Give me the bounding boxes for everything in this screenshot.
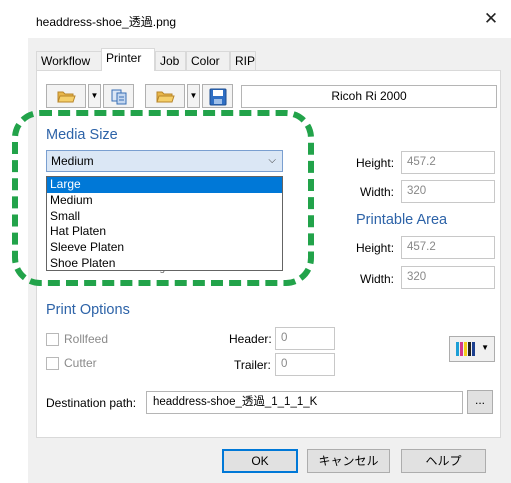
trailer-field[interactable]: 0 <box>275 353 335 376</box>
media-option-large[interactable]: Large <box>47 177 282 193</box>
open-button[interactable] <box>46 84 86 108</box>
copy-button[interactable] <box>103 84 134 108</box>
title-bar: headdress-shoe_透過.png ✕ <box>0 0 511 38</box>
help-button[interactable]: ヘルプ <box>401 449 486 473</box>
save-button[interactable] <box>202 84 233 108</box>
media-width-label: Width: <box>360 185 395 199</box>
open-dropdown-button[interactable]: ▼ <box>88 84 101 108</box>
header-label: Header: <box>229 332 272 346</box>
media-width-field[interactable]: 320 <box>401 180 495 203</box>
media-option-shoe-platen[interactable]: Shoe Platen <box>47 256 282 272</box>
media-height-field[interactable]: 457.2 <box>401 151 495 174</box>
tab-rip[interactable]: RIP <box>230 51 256 70</box>
cutter-label: Cutter <box>64 356 97 370</box>
window-title: headdress-shoe_透過.png <box>36 15 177 29</box>
save-icon <box>209 88 226 106</box>
cancel-button[interactable]: キャンセル <box>307 449 390 473</box>
close-icon[interactable]: ✕ <box>480 8 502 30</box>
browse-button[interactable]: ... <box>467 390 493 414</box>
open-folder-icon <box>156 91 175 103</box>
trailer-label: Trailer: <box>234 358 271 372</box>
tab-job[interactable]: Job <box>155 51 186 70</box>
open-media-dropdown-button[interactable]: ▼ <box>187 84 200 108</box>
color-dropdown-icon: ▼ <box>481 343 489 352</box>
printable-height-label: Height: <box>356 241 395 255</box>
rollfeed-checkbox[interactable] <box>46 333 59 346</box>
media-option-medium[interactable]: Medium <box>47 193 282 209</box>
media-size-title: Media Size <box>46 127 118 143</box>
media-option-small[interactable]: Small <box>47 209 282 225</box>
color-profile-button[interactable]: ▼ <box>449 336 495 362</box>
destination-path-field[interactable]: headdress-shoe_透過_1_1_1_K <box>146 391 463 414</box>
media-size-dropdown-list: Large Medium Small Hat Platen Sleeve Pla… <box>46 176 283 271</box>
tab-printer[interactable]: Printer <box>101 48 155 71</box>
header-field[interactable]: 0 <box>275 327 335 350</box>
copy-icon <box>111 89 126 105</box>
color-bars-icon <box>456 342 475 356</box>
ok-button[interactable]: OK <box>222 449 298 473</box>
printer-name-field: Ricoh Ri 2000 <box>241 85 497 108</box>
media-option-hat-platen[interactable]: Hat Platen <box>47 224 282 240</box>
tab-color[interactable]: Color <box>186 51 230 70</box>
open-folder-icon <box>57 91 76 103</box>
print-options-title: Print Options <box>46 302 130 318</box>
media-size-select[interactable]: Medium ⌵ <box>46 150 283 172</box>
media-size-selected: Medium <box>51 154 94 168</box>
rollfeed-label: Rollfeed <box>64 332 109 346</box>
printable-height-field[interactable]: 457.2 <box>401 236 495 259</box>
open-media-button[interactable] <box>145 84 185 108</box>
chevron-down-icon: ⌵ <box>268 155 276 166</box>
cutter-checkbox[interactable] <box>46 357 59 370</box>
tab-workflow[interactable]: Workflow <box>36 51 102 70</box>
destination-label: Destination path: <box>46 396 137 410</box>
printable-area-title: Printable Area <box>356 212 448 228</box>
media-option-sleeve-platen[interactable]: Sleeve Platen <box>47 240 282 256</box>
printable-width-label: Width: <box>360 272 395 286</box>
media-height-label: Height: <box>356 156 395 170</box>
printable-width-field[interactable]: 320 <box>401 266 495 289</box>
